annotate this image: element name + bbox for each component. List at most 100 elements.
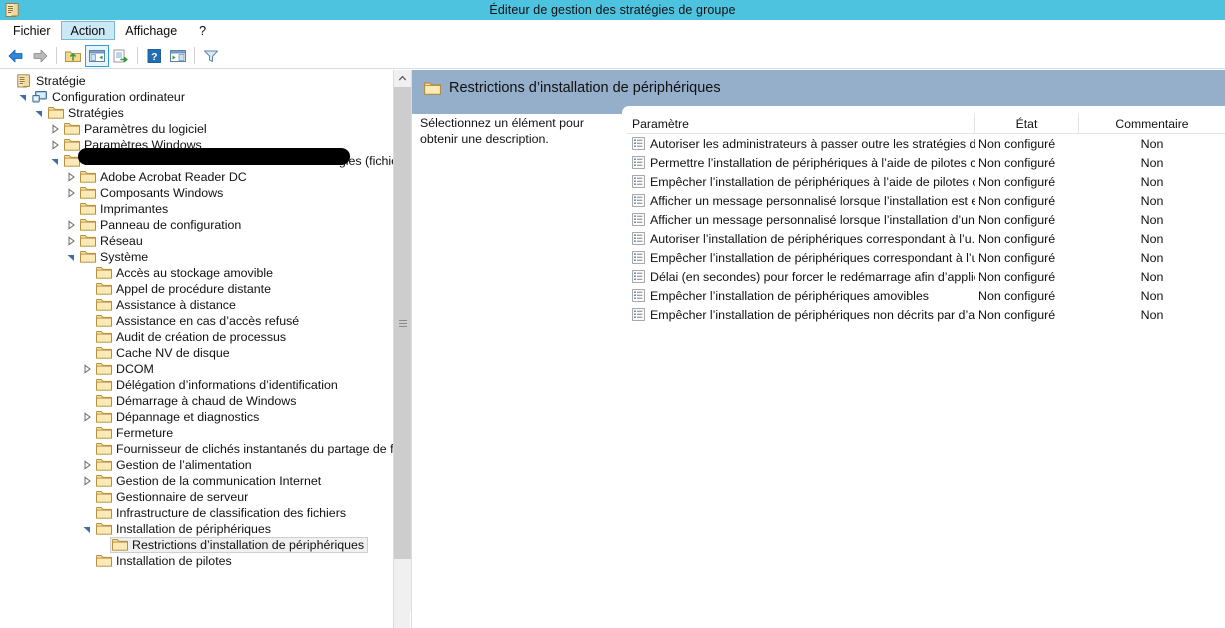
tree-node[interactable]: Accès au stockage amovible: [0, 265, 392, 281]
menu-help[interactable]: ?: [187, 21, 218, 40]
extended-tab[interactable]: [622, 106, 1225, 114]
table-row[interactable]: Afficher un message personnalisé lorsque…: [627, 210, 1225, 229]
show-action-pane-icon[interactable]: [166, 45, 190, 67]
tree-node[interactable]: Réseau: [0, 233, 392, 249]
tree-node-content[interactable]: Gestionnaire de serveur: [94, 489, 252, 505]
expander-collapsed-icon[interactable]: [48, 121, 62, 137]
tree-node-content[interactable]: Composants Windows: [78, 185, 227, 201]
table-row[interactable]: Autoriser l’installation de périphérique…: [627, 229, 1225, 248]
tree-node[interactable]: Gestionnaire de serveur: [0, 489, 392, 505]
tree-node[interactable]: Stratégie: [0, 73, 392, 89]
tree-vertical-scrollbar[interactable]: [393, 70, 411, 628]
tree-node[interactable]: Installation de pilotes: [0, 553, 392, 569]
tree-node-content[interactable]: Installation de périphériques: [94, 521, 275, 537]
forward-arrow-icon[interactable]: [28, 45, 52, 67]
help-icon[interactable]: ?: [142, 45, 166, 67]
tree-node[interactable]: Imprimantes: [0, 201, 392, 217]
scroll-thumb[interactable]: [394, 87, 411, 559]
tree-node[interactable]: Délégation d’informations d’identificati…: [0, 377, 392, 393]
tree-node-content[interactable]: Fermeture: [94, 425, 177, 441]
tree-node-content[interactable]: Imprimantes: [78, 201, 172, 217]
expander-expanded-icon[interactable]: [16, 89, 30, 105]
tree-node[interactable]: Infrastructure de classification des fic…: [0, 505, 392, 521]
tree-node-content[interactable]: Stratégies: [46, 105, 128, 121]
expander-collapsed-icon[interactable]: [64, 233, 78, 249]
table-row[interactable]: Empêcher l’installation de périphériques…: [627, 286, 1225, 305]
expander-collapsed-icon[interactable]: [64, 169, 78, 185]
tree-node[interactable]: Audit de création de processus: [0, 329, 392, 345]
tree-node[interactable]: Paramètres du logiciel: [0, 121, 392, 137]
tree-node-content[interactable]: Paramètres du logiciel: [62, 121, 211, 137]
tree-node[interactable]: Système: [0, 249, 392, 265]
expander-expanded-icon[interactable]: [64, 249, 78, 265]
column-header-etat[interactable]: État: [975, 114, 1079, 134]
tree-node[interactable]: Composants Windows: [0, 185, 392, 201]
expander-collapsed-icon[interactable]: [80, 473, 94, 489]
tree-node[interactable]: Assistance à distance: [0, 297, 392, 313]
expander-collapsed-icon[interactable]: [80, 409, 94, 425]
up-folder-icon[interactable]: [61, 45, 85, 67]
tree-node-content[interactable]: Adobe Acrobat Reader DC: [78, 169, 251, 185]
tree-node-content[interactable]: Panneau de configuration: [78, 217, 245, 233]
menu-fichier[interactable]: Fichier: [3, 21, 61, 40]
tree-node-content[interactable]: Dépannage et diagnostics: [94, 409, 263, 425]
tree-node[interactable]: Restrictions d’installation de périphéri…: [0, 537, 392, 553]
tree-node[interactable]: Gestion de l’alimentation: [0, 457, 392, 473]
tree-node[interactable]: Fermeture: [0, 425, 392, 441]
tree-node-content[interactable]: Assistance à distance: [94, 297, 240, 313]
tree-node[interactable]: Cache NV de disque: [0, 345, 392, 361]
tree-node-content[interactable]: Cache NV de disque: [94, 345, 234, 361]
back-arrow-icon[interactable]: [4, 45, 28, 67]
expander-collapsed-icon[interactable]: [64, 185, 78, 201]
table-row[interactable]: Empêcher l’installation de périphériques…: [627, 305, 1225, 324]
expander-expanded-icon[interactable]: [48, 153, 62, 169]
tree-node[interactable]: Panneau de configuration: [0, 217, 392, 233]
table-row[interactable]: Autoriser les administrateurs à passer o…: [627, 134, 1225, 153]
tree-node[interactable]: Adobe Acrobat Reader DC: [0, 169, 392, 185]
tree-node-content[interactable]: Système: [78, 249, 152, 265]
table-row[interactable]: Empêcher l’installation de périphériques…: [627, 248, 1225, 267]
show-hide-tree-icon[interactable]: [85, 44, 109, 67]
expander-expanded-icon[interactable]: [80, 521, 94, 537]
tree-node-content[interactable]: Stratégie: [14, 73, 90, 89]
export-list-icon[interactable]: [109, 45, 133, 67]
tree-node-content[interactable]: Réseau: [78, 233, 147, 249]
tree-node-content[interactable]: Configuration ordinateur: [30, 89, 189, 105]
expander-collapsed-icon[interactable]: [64, 217, 78, 233]
tree-node[interactable]: Installation de périphériques: [0, 521, 392, 537]
tree-node-content[interactable]: Restrictions d’installation de périphéri…: [110, 537, 369, 553]
column-header-commentaire[interactable]: Commentaire: [1079, 114, 1225, 134]
tree-node-content[interactable]: Appel de procédure distante: [94, 281, 275, 297]
tree-node-content[interactable]: Audit de création de processus: [94, 329, 290, 345]
tree-node[interactable]: Stratégies: [0, 105, 392, 121]
tree-node-content[interactable]: Gestion de la communication Internet: [94, 473, 325, 489]
column-header-parametre[interactable]: Paramètre: [627, 114, 975, 134]
tree-node[interactable]: Assistance en cas d’accès refusé: [0, 313, 392, 329]
tree-node[interactable]: Gestion de la communication Internet: [0, 473, 392, 489]
table-row[interactable]: Délai (en secondes) pour forcer le redém…: [627, 267, 1225, 286]
menu-affichage[interactable]: Affichage: [115, 21, 187, 40]
tree-node-content[interactable]: Démarrage à chaud de Windows: [94, 393, 300, 409]
tree-node-content[interactable]: DCOM: [94, 361, 158, 377]
expander-collapsed-icon[interactable]: [80, 457, 94, 473]
tree-node[interactable]: Dépannage et diagnostics: [0, 409, 392, 425]
table-row[interactable]: Afficher un message personnalisé lorsque…: [627, 191, 1225, 210]
scroll-up-button[interactable]: [394, 70, 411, 87]
filter-icon[interactable]: [199, 45, 223, 67]
tree-node-content[interactable]: Gestion de l’alimentation: [94, 457, 256, 473]
tree-node[interactable]: DCOM: [0, 361, 392, 377]
expander-collapsed-icon[interactable]: [48, 137, 62, 153]
table-row[interactable]: Permettre l’installation de périphérique…: [627, 153, 1225, 172]
menu-action[interactable]: Action: [60, 21, 116, 40]
tree-node-content[interactable]: Infrastructure de classification des fic…: [94, 505, 350, 521]
tree-node[interactable]: Appel de procédure distante: [0, 281, 392, 297]
tree-node[interactable]: Fournisseur de clichés instantanés du pa…: [0, 441, 403, 457]
tree-node-content[interactable]: Installation de pilotes: [94, 553, 236, 569]
expander-expanded-icon[interactable]: [32, 105, 46, 121]
scroll-track[interactable]: [394, 87, 411, 611]
tree-node-content[interactable]: Accès au stockage amovible: [94, 265, 277, 281]
tree-node-content[interactable]: Assistance en cas d’accès refusé: [94, 313, 303, 329]
expander-collapsed-icon[interactable]: [80, 361, 94, 377]
tree-node-content[interactable]: Fournisseur de clichés instantanés du pa…: [94, 441, 407, 457]
tree-node[interactable]: Démarrage à chaud de Windows: [0, 393, 392, 409]
